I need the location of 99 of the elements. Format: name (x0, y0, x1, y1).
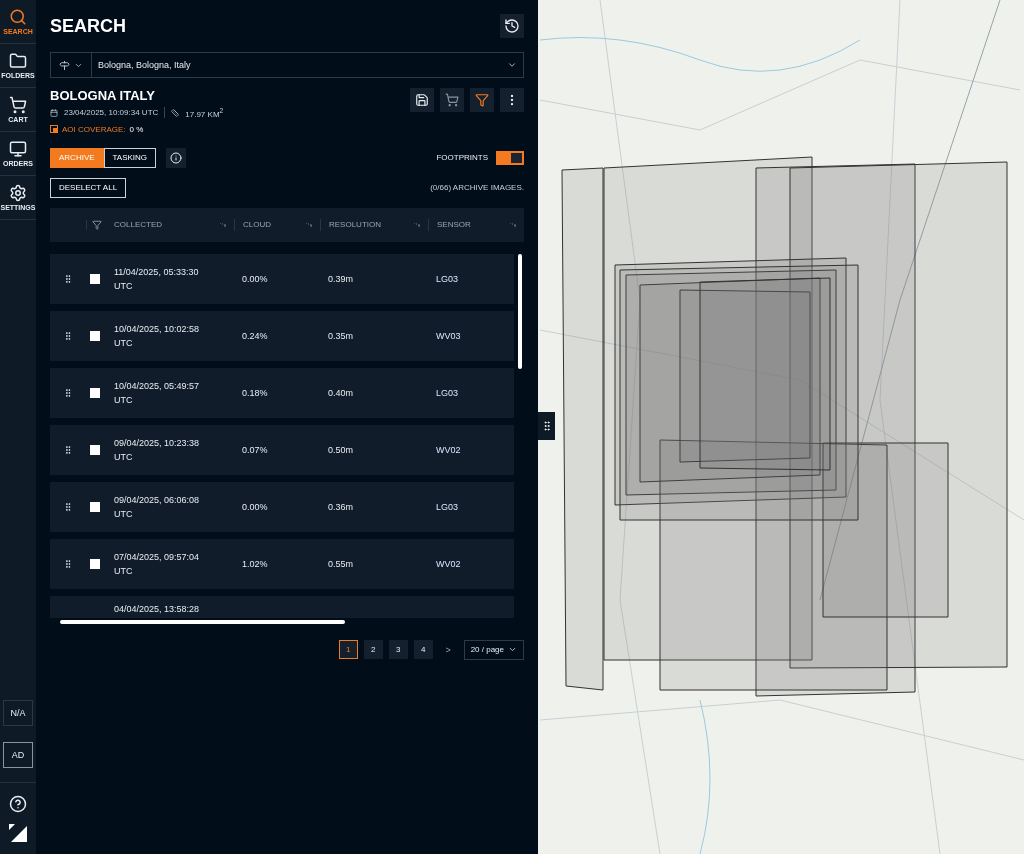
table-cell-text: 0.35m (327, 329, 354, 343)
coverage-label: AOI COVERAGE: (62, 124, 126, 134)
table-row[interactable]: 11/04/2025, 05:33:30 UTC 0.00% 0.39m LG03 (50, 253, 514, 304)
aoi-area: 17.97 KM$^{2}$ (185, 107, 224, 119)
table-cell-text: LG03 (435, 500, 460, 514)
table-cell-text: 0.40m (327, 386, 354, 400)
chevron-icon (507, 60, 517, 70)
table-cell-text: 11/04/2025, 05:33:30 UTC (113, 265, 200, 293)
table-cell-text: 0.00% (241, 272, 269, 286)
table-cell-text: 0.39m (327, 272, 354, 286)
table-cell-text: LG03 (435, 272, 460, 286)
table-row[interactable]: 07/04/2025, 09:57:04 UTC 1.02% 0.55m WV02 (50, 538, 514, 589)
drag-handle-icon[interactable] (63, 273, 73, 284)
scrollbar[interactable] (518, 253, 522, 369)
sort-icon[interactable] (306, 222, 312, 227)
footprints-toggle[interactable] (496, 150, 524, 165)
cart-icon (9, 96, 27, 114)
page-size-select[interactable]: 20 / page (463, 639, 524, 660)
coverage-icon (50, 125, 58, 134)
settings-icon (9, 184, 27, 202)
table-cell-text: 0.55m (327, 557, 354, 571)
ruler-icon (171, 108, 180, 117)
coverage-value: 0 % (129, 124, 144, 134)
aoi-name: BOLOGNA ITALY (50, 88, 156, 103)
page-button[interactable]: 4 (413, 640, 433, 660)
drag-handle-icon[interactable] (63, 501, 73, 512)
history-button[interactable] (500, 14, 524, 38)
calendar-icon (50, 108, 58, 117)
table-cell-text: 1.02% (241, 557, 269, 571)
row-checkbox[interactable] (90, 387, 100, 398)
help-icon[interactable] (9, 794, 27, 813)
table-cell-text: 04/04/2025, 13:58:28 (113, 602, 201, 616)
column-header[interactable]: SENSOR (437, 220, 471, 230)
deselect-all-button[interactable]: DESELECT ALL (50, 177, 127, 198)
drag-handle-icon[interactable] (63, 330, 73, 341)
next-page-button[interactable]: > (438, 640, 458, 660)
cart-icon (445, 93, 459, 107)
table-cell-text: 0.18% (241, 386, 269, 400)
resize-handle[interactable] (538, 412, 555, 440)
table-cell-text: WV02 (435, 443, 462, 457)
row-checkbox[interactable] (90, 273, 100, 284)
row-checkbox[interactable] (90, 330, 100, 341)
page-button[interactable]: 1 (338, 640, 358, 660)
table-cell-text: WV03 (435, 329, 462, 343)
more-button[interactable] (500, 88, 524, 112)
footprints-label: FOOTPRINTS (436, 153, 488, 163)
column-header[interactable]: RESOLUTION (329, 220, 381, 230)
sort-icon[interactable] (510, 222, 516, 227)
drag-handle-icon[interactable] (63, 444, 73, 455)
monitor-icon (9, 140, 27, 158)
user-badge[interactable]: N/A (3, 700, 33, 726)
table-cell-text: 0.36m (327, 500, 354, 514)
page-button[interactable]: 2 (363, 640, 383, 660)
table-cell-text: 0.07% (241, 443, 269, 457)
table-row[interactable]: 10/04/2025, 10:02:58 UTC 0.24% 0.35m WV03 (50, 310, 514, 361)
search-icon (9, 8, 27, 26)
table-row[interactable]: 09/04/2025, 10:23:38 UTC 0.07% 0.50m WV02 (50, 424, 514, 475)
drag-handle-icon[interactable] (63, 387, 73, 398)
aoi-date: 23/04/2025, 10:09:34 UTC (64, 108, 159, 118)
filter-button[interactable] (470, 88, 494, 112)
user-badge[interactable]: AD (3, 742, 33, 768)
column-header[interactable]: CLOUD (243, 220, 271, 230)
filter-icon[interactable] (91, 219, 102, 230)
location-field[interactable]: Bologna, Bologna, Italy (50, 52, 524, 78)
page-button[interactable]: 3 (388, 640, 408, 660)
table-cell-text: LG03 (435, 386, 460, 400)
archive-count: (0/66) ARCHIVE IMAGES. (430, 183, 524, 193)
table-cell-text: 07/04/2025, 09:57:04 UTC (113, 550, 201, 578)
row-checkbox[interactable] (90, 501, 100, 512)
logo-icon (9, 824, 27, 843)
table-row[interactable]: 04/04/2025, 13:58:28 (50, 595, 514, 618)
table-cell-text: 09/04/2025, 10:23:38 UTC (113, 436, 201, 464)
page-title: SEARCH (50, 15, 126, 37)
signpost-icon (59, 59, 70, 71)
save-icon (415, 93, 429, 107)
scrollbar[interactable] (60, 619, 345, 624)
info-button[interactable] (166, 147, 187, 168)
table-cell-text: 10/04/2025, 05:49:57 UTC (113, 379, 201, 407)
table-cell-text: 0.00% (241, 500, 269, 514)
row-checkbox[interactable] (90, 444, 100, 455)
table-cell-text: 0.50m (327, 443, 354, 457)
mode-tab[interactable]: TASKING (103, 147, 157, 168)
sort-icon[interactable] (220, 222, 226, 227)
save-button[interactable] (410, 88, 434, 112)
filter-icon (475, 93, 489, 107)
sort-icon[interactable] (414, 222, 420, 227)
add-to-cart-button[interactable] (440, 88, 464, 112)
history-icon (504, 18, 520, 34)
table-cell-text: WV02 (435, 557, 462, 571)
table-row[interactable]: 10/04/2025, 05:49:57 UTC 0.18% 0.40m LG03 (50, 367, 514, 418)
table-row[interactable]: 09/04/2025, 06:06:08 UTC 0.00% 0.36m LG03 (50, 481, 514, 532)
table-cell-text: 10/04/2025, 10:02:58 UTC (113, 322, 201, 350)
table-cell-text: 0.24% (241, 329, 269, 343)
table-cell-text: 09/04/2025, 06:06:08 UTC (113, 493, 201, 521)
location-input[interactable]: Bologna, Bologna, Italy (92, 60, 507, 70)
drag-handle-icon[interactable] (63, 558, 73, 569)
folder-icon (9, 52, 27, 70)
row-checkbox[interactable] (90, 558, 100, 569)
column-header[interactable]: COLLECTED (114, 220, 162, 230)
